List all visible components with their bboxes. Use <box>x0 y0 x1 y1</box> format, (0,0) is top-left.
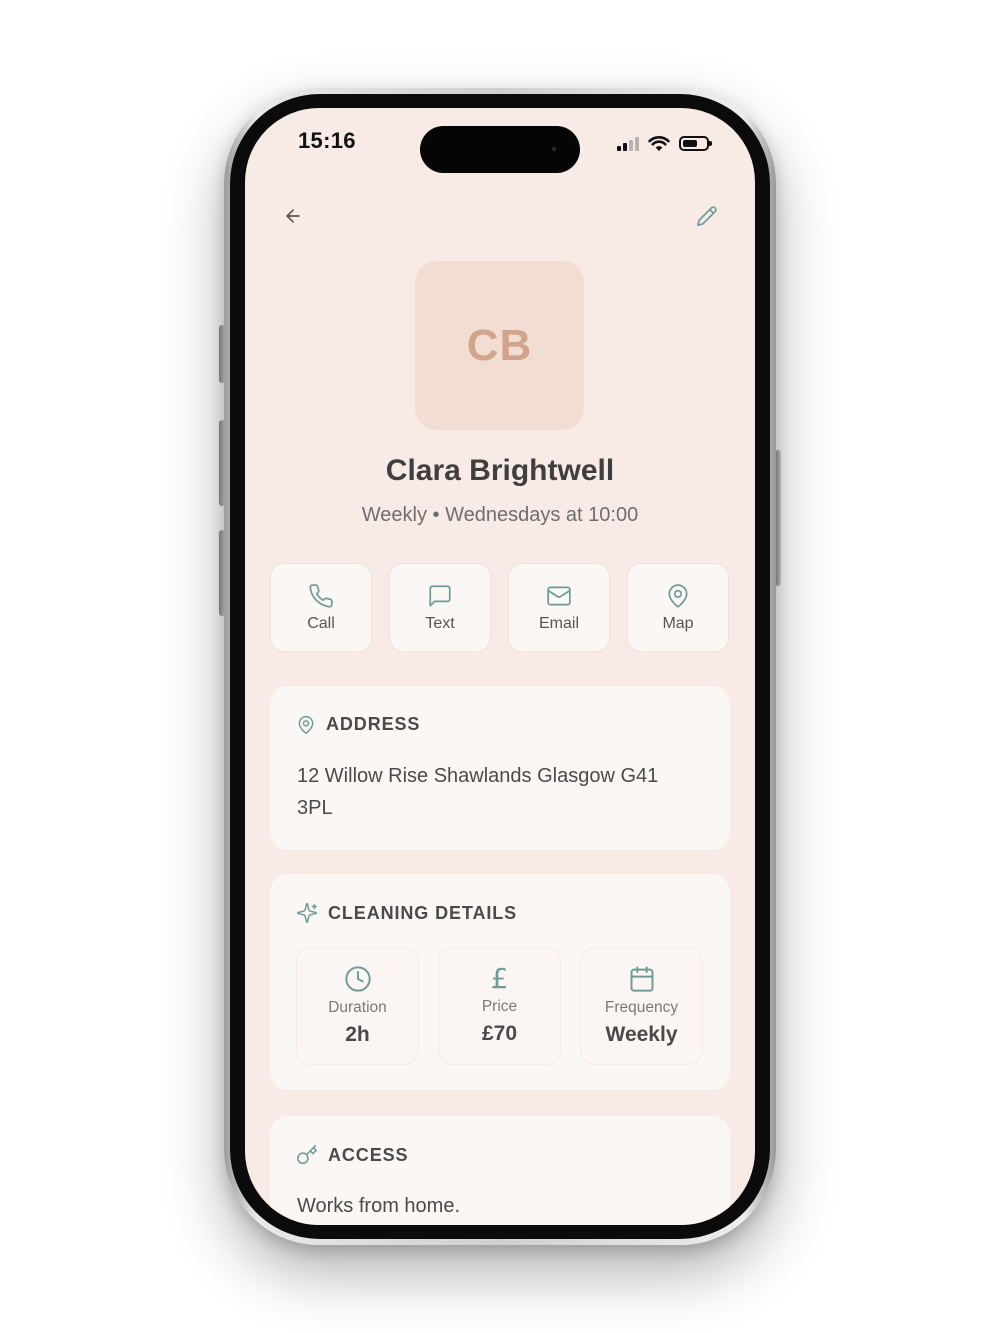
avatar: CB <box>415 261 584 430</box>
key-icon <box>297 1145 317 1165</box>
address-header: ADDRESS <box>296 714 420 735</box>
client-name: Clara Brightwell <box>385 454 615 487</box>
phone-screen: 15:16 CB Clara Brightwell Weekly • Wedne… <box>245 108 755 1225</box>
access-text: Works from home. <box>297 1195 460 1217</box>
status-icons <box>617 132 712 154</box>
message-icon <box>429 584 451 607</box>
arrow-left-icon <box>286 209 300 223</box>
text-button[interactable]: Text <box>389 563 491 652</box>
cleaning-details-header: CLEANING DETAILS <box>296 902 517 924</box>
access-card: ACCESS Works from home. <box>270 1116 730 1225</box>
detail-tiles: Duration 2h £ Price £70 Frequency Weekly <box>297 948 702 1064</box>
access-title: ACCESS <box>328 1144 409 1165</box>
edit-button[interactable] <box>693 202 721 230</box>
mail-icon <box>547 585 571 606</box>
duration-tile: Duration 2h <box>297 948 418 1064</box>
pound-icon: £ <box>490 962 509 995</box>
price-label: Price <box>481 998 518 1015</box>
duration-label: Duration <box>328 999 387 1016</box>
call-label: Call <box>307 614 335 632</box>
phone-icon <box>309 583 333 608</box>
dynamic-island <box>420 126 580 173</box>
frequency-value: Weekly <box>605 1023 678 1046</box>
cleaning-details-card: CLEANING DETAILS Duration 2h £ Price £70… <box>270 874 730 1090</box>
map-pin-icon <box>668 583 688 608</box>
sparkles-icon <box>296 902 318 924</box>
address-title: ADDRESS <box>326 714 421 734</box>
battery-icon <box>679 135 712 151</box>
email-label: Email <box>538 614 579 632</box>
back-button[interactable] <box>279 202 307 230</box>
client-schedule: Weekly • Wednesdays at 10:00 <box>361 504 639 526</box>
calendar-icon <box>630 966 653 992</box>
map-pin-icon <box>298 715 314 734</box>
wifi-icon <box>648 135 670 151</box>
email-button[interactable]: Email <box>508 563 610 652</box>
map-label: Map <box>662 614 694 632</box>
price-value: £70 <box>481 1022 518 1045</box>
cellular-signal-icon <box>617 135 639 151</box>
price-tile: £ Price £70 <box>439 948 560 1064</box>
avatar-initials: CB <box>466 320 533 370</box>
text-label: Text <box>425 614 455 632</box>
clock-icon <box>344 966 371 992</box>
pencil-icon <box>697 206 717 226</box>
cleaning-details-title: CLEANING DETAILS <box>328 902 518 923</box>
map-button[interactable]: Map <box>627 563 729 652</box>
quick-actions: Call Text Email Map <box>270 563 729 652</box>
access-header: ACCESS <box>296 1144 408 1166</box>
duration-value: 2h <box>345 1023 370 1046</box>
frequency-label: Frequency <box>604 999 679 1016</box>
status-time: 15:16 <box>298 128 356 153</box>
frequency-tile: Frequency Weekly <box>581 948 702 1064</box>
address-card: ADDRESS 12 Willow Rise Shawlands Glasgow… <box>270 686 730 850</box>
call-button[interactable]: Call <box>270 563 372 652</box>
address-text: 12 Willow Rise Shawlands Glasgow G41 3PL <box>297 765 659 819</box>
